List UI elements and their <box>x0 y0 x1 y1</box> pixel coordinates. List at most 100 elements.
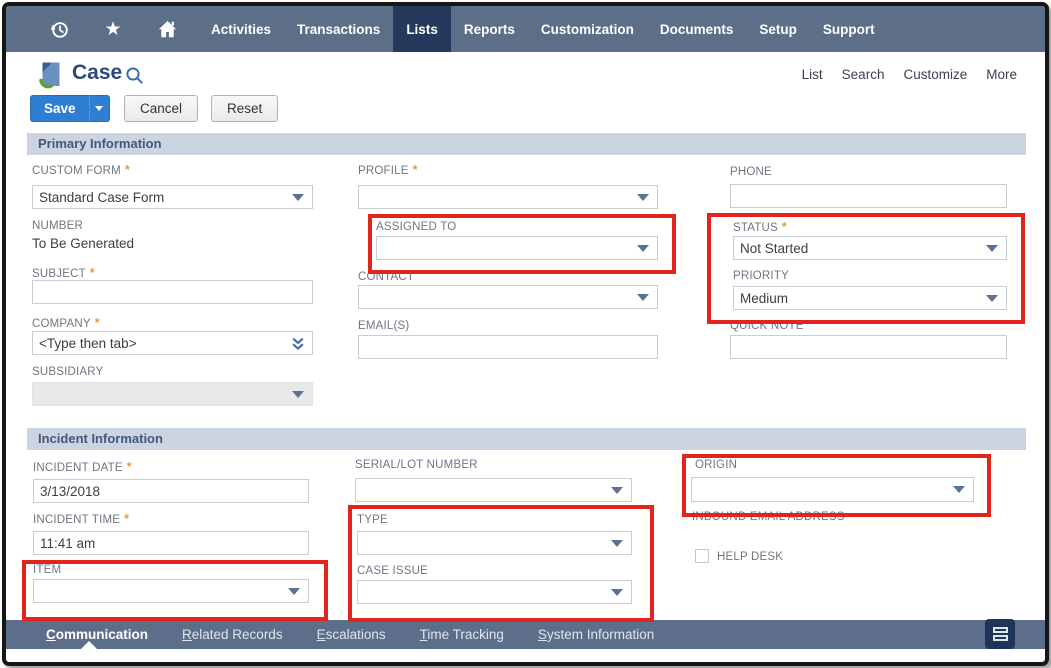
subtab-time-tracking[interactable]: Time Tracking <box>420 627 504 642</box>
nav-item-lists[interactable]: Lists <box>393 6 451 52</box>
chevron-down-icon <box>288 588 300 595</box>
incident-date-label: INCIDENT DATE* <box>33 460 132 474</box>
incident-date-input[interactable] <box>33 479 309 503</box>
subtab-related-records[interactable]: Related Records <box>182 627 283 642</box>
phone-input[interactable] <box>730 184 1007 208</box>
serial-lot-number-label: SERIAL/LOT NUMBER <box>355 459 478 471</box>
emails-input[interactable] <box>358 335 658 359</box>
subtab-communication[interactable]: Communication <box>46 627 148 642</box>
required-asterisk: * <box>95 316 100 330</box>
serial-lot-number-dropdown[interactable] <box>355 478 632 502</box>
item-label: ITEM <box>33 564 61 576</box>
profile-dropdown[interactable] <box>358 185 658 209</box>
nav-icon-group: ★ <box>6 6 178 52</box>
status-dropdown[interactable]: Not Started <box>733 236 1007 260</box>
chevron-down-icon <box>986 245 998 252</box>
case-issue-dropdown[interactable] <box>357 580 632 604</box>
type-label: TYPE <box>357 514 388 526</box>
section-header-primary-information: Primary Information <box>27 133 1026 155</box>
help-desk-checkbox[interactable] <box>695 549 709 563</box>
chevron-down-icon <box>95 106 103 111</box>
emails-label: EMAIL(S) <box>358 320 409 332</box>
required-asterisk: * <box>782 220 787 234</box>
phone-label: PHONE <box>730 166 772 178</box>
company-label: COMPANY* <box>32 316 100 330</box>
chevron-down-icon <box>292 194 304 201</box>
nav-item-support[interactable]: Support <box>810 6 888 52</box>
subject-input[interactable] <box>32 280 313 304</box>
nav-item-activities[interactable]: Activities <box>198 6 284 52</box>
nav-item-customization[interactable]: Customization <box>528 6 647 52</box>
subtab-bar: Communication Related Records Escalation… <box>6 620 1045 649</box>
link-list[interactable]: List <box>802 67 823 82</box>
chevron-down-icon <box>611 589 623 596</box>
custom-form-label: CUSTOM FORM* <box>32 163 130 177</box>
link-search[interactable]: Search <box>842 67 885 82</box>
page-title: Case <box>72 61 122 85</box>
number-label: NUMBER <box>32 220 83 232</box>
header-links: List Search Customize More <box>802 67 1017 82</box>
origin-label: ORIGIN <box>695 459 737 471</box>
number-value: To Be Generated <box>32 236 134 251</box>
company-combo-field[interactable]: <Type then tab> <box>32 331 313 355</box>
reset-button[interactable]: Reset <box>211 95 278 122</box>
link-more[interactable]: More <box>986 67 1017 82</box>
chevron-down-icon <box>292 391 304 398</box>
nav-item-transactions[interactable]: Transactions <box>284 6 393 52</box>
save-split-button: Save <box>30 95 110 122</box>
subtab-escalations[interactable]: Escalations <box>317 627 386 642</box>
contact-label: CONTACT <box>358 271 414 283</box>
subsidiary-label: SUBSIDIARY <box>32 366 103 378</box>
assigned-to-dropdown[interactable] <box>376 236 658 260</box>
save-button[interactable]: Save <box>30 95 89 122</box>
priority-dropdown[interactable]: Medium <box>733 286 1007 310</box>
save-dropdown-button[interactable] <box>89 95 110 122</box>
type-dropdown[interactable] <box>357 531 632 555</box>
top-nav-bar: ★ Activities Transactions Lists Reports … <box>6 6 1045 52</box>
status-label: STATUS* <box>733 220 787 234</box>
nav-item-reports[interactable]: Reports <box>451 6 528 52</box>
case-record-icon <box>37 60 65 95</box>
chevron-down-icon <box>953 486 965 493</box>
subject-label: SUBJECT* <box>32 266 95 280</box>
home-icon[interactable] <box>156 18 178 40</box>
subsidiary-dropdown <box>32 382 313 406</box>
section-header-incident-information: Incident Information <box>27 428 1026 450</box>
profile-label: PROFILE* <box>358 163 418 177</box>
nav-item-setup[interactable]: Setup <box>746 6 810 52</box>
chevron-down-icon <box>637 294 649 301</box>
subtab-system-information[interactable]: System Information <box>538 627 654 642</box>
chevron-down-icon <box>637 245 649 252</box>
incident-time-label: INCIDENT TIME* <box>33 512 129 526</box>
item-dropdown[interactable] <box>33 579 309 603</box>
selected-subtab-caret <box>81 641 97 649</box>
chevron-down-icon <box>611 540 623 547</box>
chevron-down-icon <box>986 295 998 302</box>
nav-menu: Activities Transactions Lists Reports Cu… <box>198 6 888 52</box>
shortcuts-star-icon[interactable]: ★ <box>102 18 124 40</box>
nav-item-documents[interactable]: Documents <box>647 6 747 52</box>
required-asterisk: * <box>127 460 132 474</box>
custom-form-dropdown[interactable]: Standard Case Form <box>32 185 313 209</box>
assigned-to-label: ASSIGNED TO <box>376 221 456 233</box>
panel-layout-toggle-icon[interactable] <box>985 619 1015 649</box>
required-asterisk: * <box>125 163 130 177</box>
inbound-email-address-label: INBOUND EMAIL ADDRESS <box>692 511 845 523</box>
quick-note-label: QUICK NOTE <box>730 320 804 332</box>
chevron-down-icon <box>637 194 649 201</box>
title-search-icon[interactable] <box>125 66 144 90</box>
annotation-box-type-case-issue <box>348 505 654 622</box>
contact-dropdown[interactable] <box>358 285 658 309</box>
double-chevron-down-icon <box>291 337 305 354</box>
required-asterisk: * <box>413 163 418 177</box>
help-desk-label: HELP DESK <box>717 551 783 563</box>
recent-records-icon[interactable] <box>48 18 70 40</box>
quick-note-input[interactable] <box>730 335 1007 359</box>
origin-dropdown[interactable] <box>691 477 974 502</box>
chevron-down-icon <box>611 487 623 494</box>
priority-label: PRIORITY <box>733 270 789 282</box>
required-asterisk: * <box>90 266 95 280</box>
link-customize[interactable]: Customize <box>903 67 967 82</box>
incident-time-input[interactable] <box>33 531 309 555</box>
cancel-button[interactable]: Cancel <box>124 95 198 122</box>
